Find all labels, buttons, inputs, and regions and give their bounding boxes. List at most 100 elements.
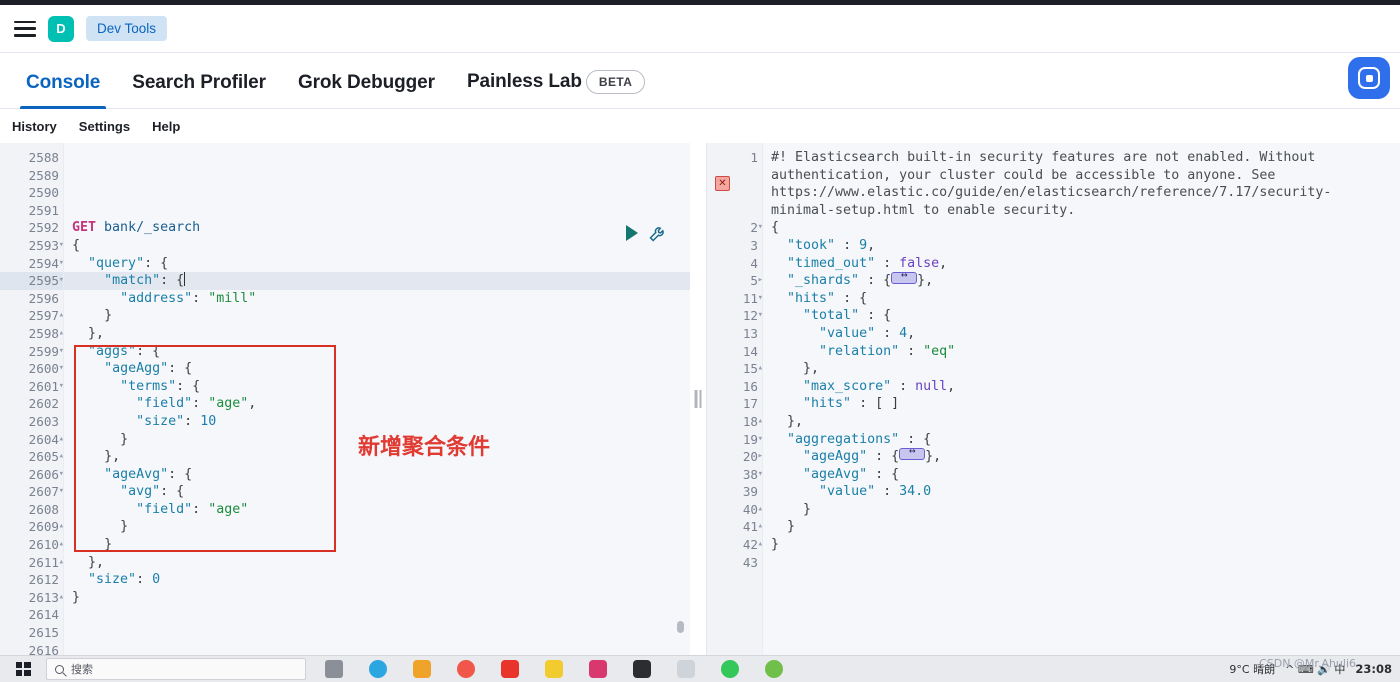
taskbar-icon-taskview[interactable] xyxy=(312,656,356,682)
line-number: 2589 xyxy=(28,167,59,183)
request-editor[interactable]: 2588 2589 2590 2591 2592 2593 ▾ 2594 ▾ 2595 ▾ 2596 2… xyxy=(0,143,690,655)
code-line[interactable]: "value" : 34.0 xyxy=(763,483,1400,501)
taskbar-icon-notes[interactable] xyxy=(532,656,576,682)
collapsed-object-chip[interactable] xyxy=(899,445,926,461)
code-line[interactable]: "ageAvg": { xyxy=(64,466,690,484)
primary-tabs: Console Search Profiler Grok Debugger Pa… xyxy=(0,53,1400,109)
code-line[interactable] xyxy=(64,149,690,167)
line-number: 2615 xyxy=(28,625,59,641)
request-code[interactable]: GET bank/_search{ "query": { "match": { … xyxy=(64,143,690,655)
code-line[interactable]: "size": 0 xyxy=(64,571,690,589)
code-line[interactable] xyxy=(64,642,690,655)
code-line[interactable]: "ageAvg" : { xyxy=(763,466,1400,484)
line-number: 2610 ▴ xyxy=(28,537,64,553)
taskbar-icon-idea[interactable] xyxy=(576,656,620,682)
tab-console[interactable]: Console xyxy=(10,72,116,109)
code-line[interactable]: { xyxy=(64,237,690,255)
editor-scrollbar-thumb[interactable] xyxy=(677,621,684,633)
taskbar-icon-wps[interactable] xyxy=(488,656,532,682)
code-line[interactable]: "match": { xyxy=(64,272,690,290)
taskbar-search-placeholder: 搜索 xyxy=(71,663,93,676)
code-line[interactable]: "total" : { xyxy=(763,307,1400,325)
code-line[interactable]: "max_score" : null, xyxy=(763,378,1400,396)
line-number: 2602 xyxy=(28,396,59,412)
taskbar-icon-explorer[interactable] xyxy=(400,656,444,682)
request-editor-pane[interactable]: 2588 2589 2590 2591 2592 2593 ▾ 2594 ▾ 2595 ▾ 2596 2… xyxy=(0,143,690,655)
code-line[interactable]: GET bank/_search xyxy=(64,219,690,237)
code-line[interactable] xyxy=(64,184,690,202)
line-number: 17 xyxy=(742,396,758,412)
code-line[interactable] xyxy=(64,606,690,624)
code-line[interactable]: "ageAgg" : {}, xyxy=(763,445,1400,466)
code-line[interactable]: { xyxy=(763,219,1400,237)
taskbar-icon-music[interactable] xyxy=(444,656,488,682)
code-line[interactable]: "value" : 4, xyxy=(763,325,1400,343)
code-line[interactable]: "address": "mill" xyxy=(64,290,690,308)
line-number: 20 ▸ xyxy=(742,449,763,465)
submenu-item-history[interactable]: History xyxy=(12,119,57,134)
code-line[interactable] xyxy=(64,624,690,642)
code-line[interactable]: }, xyxy=(763,360,1400,378)
code-line[interactable]: } xyxy=(64,536,690,554)
avatar[interactable]: D xyxy=(48,15,74,42)
app-root: D Dev Tools Console Search Profiler Grok… xyxy=(0,0,1400,682)
code-line[interactable]: "relation" : "eq" xyxy=(763,343,1400,361)
response-pane[interactable]: 200 - OK 21 ms ✕ 12▾345▸11▾12▾131415▴161… xyxy=(706,143,1400,655)
response-editor[interactable]: ✕ 1 2 ▾ 3 4 5 ▸ 11 ▾ 12 ▾ 13 14 15 ▴ 16 17 18 ▴ 19 ▾ 20 ▸ 38 ▾ 39… xyxy=(707,143,1400,655)
line-number: 2604 ▴ xyxy=(28,431,64,447)
taskbar-icon-chat[interactable] xyxy=(752,656,796,682)
submenu-item-settings[interactable]: Settings xyxy=(79,119,130,134)
line-number: 40 ▴ xyxy=(742,501,763,517)
taskbar-icon-editor[interactable] xyxy=(664,656,708,682)
code-line[interactable]: }, xyxy=(64,554,690,572)
code-line[interactable] xyxy=(64,167,690,185)
code-line[interactable]: "_shards" : {}, xyxy=(763,269,1400,290)
wrench-settings-icon[interactable] xyxy=(648,223,668,243)
submenu-item-help[interactable]: Help xyxy=(152,119,180,134)
code-line[interactable]: "hits" : { xyxy=(763,290,1400,308)
code-line[interactable]: } xyxy=(64,518,690,536)
tab-search-profiler[interactable]: Search Profiler xyxy=(116,72,282,108)
beta-badge: BETA xyxy=(585,70,646,94)
hamburger-menu-icon[interactable] xyxy=(14,20,36,37)
code-line[interactable]: "field": "age" xyxy=(64,501,690,519)
search-icon xyxy=(55,664,64,674)
help-chat-icon[interactable] xyxy=(1348,57,1390,99)
response-code[interactable]: #! Elasticsearch built-in security featu… xyxy=(763,143,1400,655)
code-line[interactable] xyxy=(64,202,690,220)
collapsed-object-chip[interactable] xyxy=(891,269,918,285)
splitter-grip-icon[interactable] xyxy=(694,390,702,408)
code-line[interactable]: "aggregations" : { xyxy=(763,431,1400,449)
tab-painless-lab[interactable]: Painless Lab BETA xyxy=(451,70,661,108)
code-line[interactable]: "field": "age", xyxy=(64,395,690,413)
code-line[interactable]: "aggs": { xyxy=(64,343,690,361)
code-line[interactable]: "terms": { xyxy=(64,378,690,396)
code-line[interactable]: "ageAgg": { xyxy=(64,360,690,378)
code-line[interactable]: }, xyxy=(763,413,1400,431)
code-line[interactable]: } xyxy=(64,307,690,325)
play-run-icon[interactable] xyxy=(626,225,638,241)
code-line[interactable]: } xyxy=(763,536,1400,554)
taskbar-search-input[interactable]: 搜索 xyxy=(46,658,306,680)
code-line[interactable]: } xyxy=(763,518,1400,536)
code-line[interactable]: "size": 10 xyxy=(64,413,690,431)
taskbar-icon-terminal[interactable] xyxy=(620,656,664,682)
code-line[interactable]: "took" : 9, xyxy=(763,237,1400,255)
line-number: 2588 xyxy=(28,150,59,165)
taskbar-icon-wechat[interactable] xyxy=(708,656,752,682)
windows-start-icon[interactable] xyxy=(0,662,46,676)
pane-splitter[interactable] xyxy=(690,143,706,655)
code-line[interactable]: "timed_out" : false, xyxy=(763,255,1400,273)
code-line[interactable]: }, xyxy=(64,325,690,343)
code-line[interactable]: "hits" : [ ] xyxy=(763,395,1400,413)
code-line[interactable]: } xyxy=(763,501,1400,519)
taskbar-clock[interactable]: 23:08 xyxy=(1355,663,1392,675)
breadcrumb[interactable]: Dev Tools xyxy=(86,16,168,41)
code-line[interactable]: "avg": { xyxy=(64,483,690,501)
taskbar-icon-edge[interactable] xyxy=(356,656,400,682)
code-line[interactable] xyxy=(763,554,1400,572)
line-number: 2606 ▾ xyxy=(28,466,64,482)
tab-grok-debugger[interactable]: Grok Debugger xyxy=(282,72,451,108)
code-line[interactable]: } xyxy=(64,589,690,607)
code-line[interactable]: "query": { xyxy=(64,255,690,273)
